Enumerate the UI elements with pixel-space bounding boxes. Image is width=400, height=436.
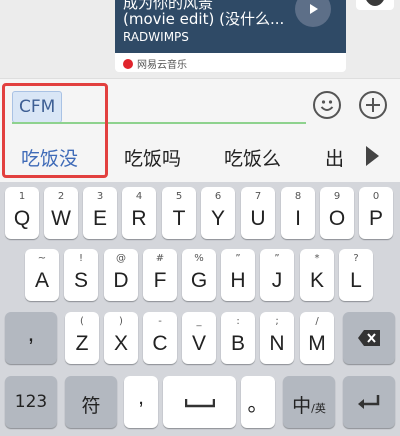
emoji-button[interactable]: [313, 91, 341, 119]
highlight-box: [2, 83, 108, 178]
key-e[interactable]: 3E: [83, 187, 117, 239]
key-q[interactable]: 1Q: [5, 187, 39, 239]
key-r[interactable]: 4R: [122, 187, 156, 239]
backspace-icon: [358, 330, 380, 346]
key-g[interactable]: % G: [182, 249, 216, 301]
candidate-item[interactable]: 吃饭吗: [124, 144, 181, 171]
play-icon[interactable]: [295, 0, 331, 27]
key-j[interactable]: ” J: [260, 249, 294, 301]
key-h[interactable]: ” H: [221, 249, 255, 301]
key-v[interactable]: _ V: [182, 312, 216, 364]
numbers-key[interactable]: 123: [5, 376, 57, 428]
space-icon: [185, 399, 215, 408]
key-i[interactable]: 8I: [281, 187, 315, 239]
key-z[interactable]: (Z: [65, 312, 99, 364]
key-k[interactable]: * K: [300, 249, 334, 301]
key-d[interactable]: @ D: [104, 249, 138, 301]
key-x[interactable]: ) X: [104, 312, 138, 364]
music-card[interactable]: 成为你的风景 (movie edit) (没什么... RADWIMPS 网易云…: [115, 0, 346, 72]
key-f[interactable]: # F: [143, 249, 177, 301]
key-t[interactable]: 5T: [162, 187, 196, 239]
key-w[interactable]: 2W: [44, 187, 78, 239]
language-label: 中: [292, 395, 312, 417]
key-m[interactable]: / M: [300, 312, 334, 364]
key-n[interactable]: ; N: [260, 312, 294, 364]
music-card-title: (movie edit) (没什么...: [123, 10, 285, 28]
key-a[interactable]: ~ A: [25, 249, 59, 301]
period-key[interactable]: 。: [241, 376, 275, 428]
key-p[interactable]: 0P: [359, 187, 393, 239]
key-u[interactable]: 7U: [241, 187, 275, 239]
candidate-item[interactable]: 吃饭么: [224, 144, 281, 171]
smiley-icon: [320, 100, 334, 111]
key-s[interactable]: ! S: [64, 249, 98, 301]
enter-key[interactable]: [343, 376, 395, 428]
netease-music-icon: [123, 58, 133, 69]
backspace-key[interactable]: [343, 312, 395, 364]
add-button[interactable]: [359, 91, 387, 119]
key-comma-left[interactable]: ,: [5, 312, 57, 364]
avatar[interactable]: [356, 0, 394, 10]
music-card-header: 成为你的风景 (movie edit) (没什么... RADWIMPS: [115, 0, 346, 53]
language-toggle-key[interactable]: 中/英: [283, 376, 335, 428]
expand-candidates-icon[interactable]: [366, 146, 379, 166]
enter-icon: [358, 395, 380, 409]
key-c[interactable]: -C: [143, 312, 177, 364]
music-card-source: 网易云音乐: [123, 56, 187, 71]
symbols-key[interactable]: 符: [65, 376, 117, 428]
candidate-item[interactable]: 出: [325, 144, 344, 171]
comma-key[interactable]: ,: [124, 376, 158, 428]
plus-icon: [366, 98, 380, 112]
music-card-artist: RADWIMPS: [123, 30, 189, 44]
key-y[interactable]: 6Y: [201, 187, 235, 239]
key-b[interactable]: :B: [221, 312, 255, 364]
key-l[interactable]: ? L: [339, 249, 373, 301]
music-card-source-label: 网易云音乐: [137, 60, 187, 71]
keyboard: 1Q 2W 3E 4R 5T 6Y 7U 8I 9O 0P ~ A ! S @ D #…: [0, 182, 400, 436]
space-key[interactable]: [163, 376, 236, 428]
key-o[interactable]: 9O: [320, 187, 354, 239]
language-sub-label: /英: [311, 402, 326, 415]
